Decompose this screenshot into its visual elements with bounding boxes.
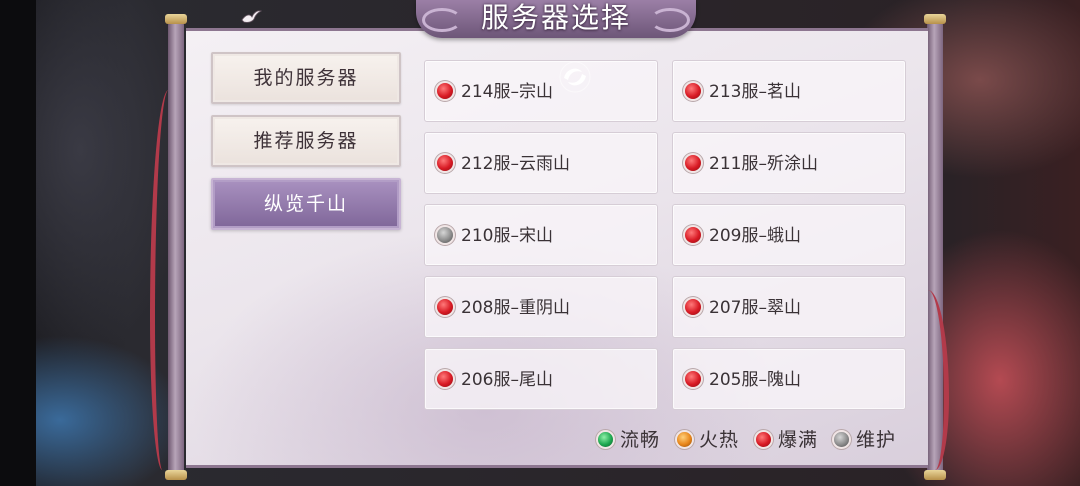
tab-recommended-servers[interactable]: 推荐服务器 bbox=[211, 115, 401, 167]
tab-browse-all-servers[interactable]: 纵览千山 bbox=[211, 178, 401, 230]
server-card[interactable]: 205服–隗山 bbox=[672, 348, 906, 410]
scroll-rod-left bbox=[168, 22, 184, 474]
server-card[interactable]: 211服–歽涂山 bbox=[672, 132, 906, 194]
legend-label: 流畅 bbox=[620, 429, 661, 451]
server-name: 213服–茗山 bbox=[709, 82, 801, 102]
status-red-icon bbox=[685, 83, 701, 99]
server-card[interactable]: 206服–尾山 bbox=[424, 348, 658, 410]
legend-label: 爆满 bbox=[778, 429, 819, 451]
server-name: 210服–宋山 bbox=[461, 226, 553, 246]
screen-edge bbox=[0, 0, 36, 486]
status-red-icon bbox=[685, 155, 701, 171]
rod-cap-bottom-left bbox=[165, 470, 187, 480]
legend-label: 维护 bbox=[856, 429, 897, 451]
swirl-icon bbox=[559, 61, 591, 93]
rod-cap-top-right bbox=[924, 14, 946, 24]
server-card[interactable]: 207服–翠山 bbox=[672, 276, 906, 338]
status-red-icon bbox=[685, 371, 701, 387]
server-card[interactable]: 212服–云雨山 bbox=[424, 132, 658, 194]
legend-label: 火热 bbox=[699, 429, 740, 451]
status-orange-icon bbox=[677, 432, 692, 447]
status-gray-icon bbox=[437, 227, 453, 243]
server-name: 206服–尾山 bbox=[461, 370, 553, 390]
status-green-icon bbox=[598, 432, 613, 447]
status-red-icon bbox=[437, 299, 453, 315]
server-card[interactable]: 209服–蛾山 bbox=[672, 204, 906, 266]
swallow-icon bbox=[241, 10, 262, 23]
page-title: 服务器选择 bbox=[480, 1, 631, 34]
server-name: 214服–宗山 bbox=[461, 82, 553, 102]
status-red-icon bbox=[437, 155, 453, 171]
status-red-icon bbox=[685, 227, 701, 243]
rod-cap-bottom-right bbox=[924, 470, 946, 480]
server-name: 212服–云雨山 bbox=[461, 154, 570, 174]
server-name: 208服–重阴山 bbox=[461, 298, 570, 318]
status-red-icon bbox=[437, 371, 453, 387]
server-card[interactable]: 210服–宋山 bbox=[424, 204, 658, 266]
server-name: 211服–歽涂山 bbox=[709, 154, 818, 174]
status-red-icon bbox=[756, 432, 771, 447]
status-gray-icon bbox=[834, 432, 849, 447]
status-red-icon bbox=[685, 299, 701, 315]
status-red-icon bbox=[437, 83, 453, 99]
tab-my-servers[interactable]: 我的服务器 bbox=[211, 52, 401, 104]
server-name: 209服–蛾山 bbox=[709, 226, 801, 246]
rod-cap-top-left bbox=[165, 14, 187, 24]
server-card[interactable]: 213服–茗山 bbox=[672, 60, 906, 122]
server-card[interactable]: 214服–宗山 bbox=[424, 60, 658, 122]
server-card[interactable]: 208服–重阴山 bbox=[424, 276, 658, 338]
server-name: 205服–隗山 bbox=[709, 370, 801, 390]
server-name: 207服–翠山 bbox=[709, 298, 801, 318]
